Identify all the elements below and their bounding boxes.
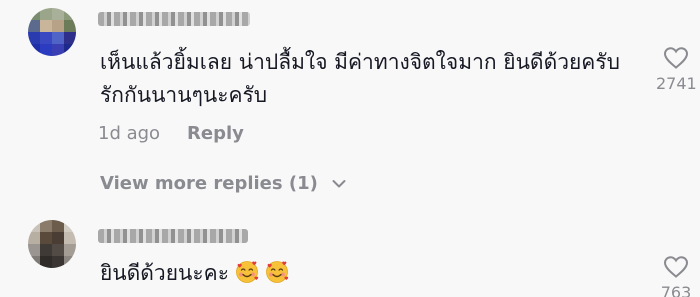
comment-text: ยินดีด้วยนะคะ (100, 257, 289, 290)
heart-outline-icon (663, 256, 689, 278)
comment-text: เห็นแล้วยิ้มเลย น่าปลื้มใจ มีค่าทางจิตใจ… (100, 46, 620, 112)
like-count: 763 (660, 283, 692, 297)
comment-time: 1d ago (98, 123, 161, 144)
username-blurred[interactable] (98, 229, 248, 243)
comment-section: เห็นแล้วยิ้มเลย น่าปลื้มใจ มีค่าทางจิตใจ… (0, 0, 700, 297)
view-more-replies-button[interactable]: View more replies (1) (100, 173, 346, 194)
view-more-replies-label: View more replies (1) (100, 173, 318, 194)
like-count: 2741 (656, 74, 697, 93)
username-blurred[interactable] (98, 12, 250, 26)
heart-outline-icon (663, 47, 689, 69)
avatar[interactable] (28, 220, 76, 268)
smiling-face-with-hearts-emoji (266, 261, 289, 283)
comment-text-line: ยินดีด้วยนะคะ (100, 261, 229, 285)
like-button[interactable]: 763 (656, 255, 696, 297)
reply-button[interactable]: Reply (187, 123, 244, 144)
avatar[interactable] (28, 8, 76, 56)
comment-item: เห็นแล้วยิ้มเลย น่าปลื้มใจ มีค่าทางจิตใจ… (0, 0, 700, 160)
smiling-face-with-hearts-emoji (236, 261, 259, 283)
comment-text-line: เห็นแล้วยิ้มเลย น่าปลื้มใจ มีค่าทางจิตใจ… (100, 50, 620, 74)
comment-text-line: รักกันนานๆนะครับ (100, 83, 268, 107)
comment-item: ยินดีด้วยนะคะ 763 (0, 215, 700, 297)
chevron-down-icon (332, 180, 346, 188)
like-button[interactable]: 2741 (656, 46, 697, 93)
